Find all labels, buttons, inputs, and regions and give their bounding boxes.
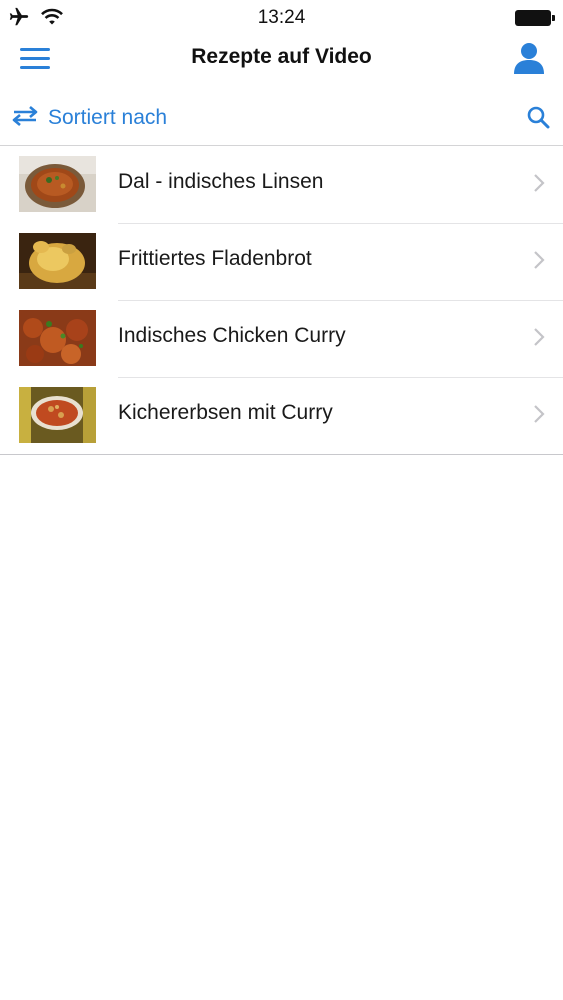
list-item[interactable]: Frittiertes Fladenbrot [0, 223, 563, 300]
search-button[interactable] [523, 102, 555, 134]
user-account-button[interactable] [509, 38, 549, 78]
list-item[interactable]: Indisches Chicken Curry [0, 300, 563, 377]
swap-arrows-icon [10, 105, 40, 132]
recipe-list: Dal - indisches Linsen Frittiertes Flade… [0, 145, 563, 455]
status-time: 13:24 [257, 7, 306, 28]
list-item[interactable]: Dal - indisches Linsen [0, 146, 563, 223]
recipe-title: Dal - indisches Linsen [118, 170, 324, 193]
chevron-right-icon [533, 173, 545, 193]
status-bar: 13:24 [0, 0, 563, 36]
navigation-bar: Rezepte auf Video [0, 36, 563, 80]
sort-toolbar: Sortiert nach [0, 92, 563, 144]
page-title: Rezepte auf Video [191, 45, 372, 68]
recipe-title: Frittiertes Fladenbrot [118, 247, 312, 270]
chevron-right-icon [533, 327, 545, 347]
chevron-right-icon [533, 404, 545, 424]
recipe-title: Kichererbsen mit Curry [118, 401, 333, 424]
chevron-right-icon [533, 250, 545, 270]
recipe-title: Indisches Chicken Curry [118, 324, 346, 347]
recipe-thumbnail [19, 310, 96, 366]
list-item[interactable]: Kichererbsen mit Curry [0, 377, 563, 454]
recipe-thumbnail [19, 387, 96, 443]
recipe-thumbnail [19, 156, 96, 212]
sort-button[interactable]: Sortiert nach [10, 102, 167, 134]
sort-label: Sortiert nach [48, 106, 168, 129]
recipe-thumbnail [19, 233, 96, 289]
battery-icon [515, 10, 555, 26]
